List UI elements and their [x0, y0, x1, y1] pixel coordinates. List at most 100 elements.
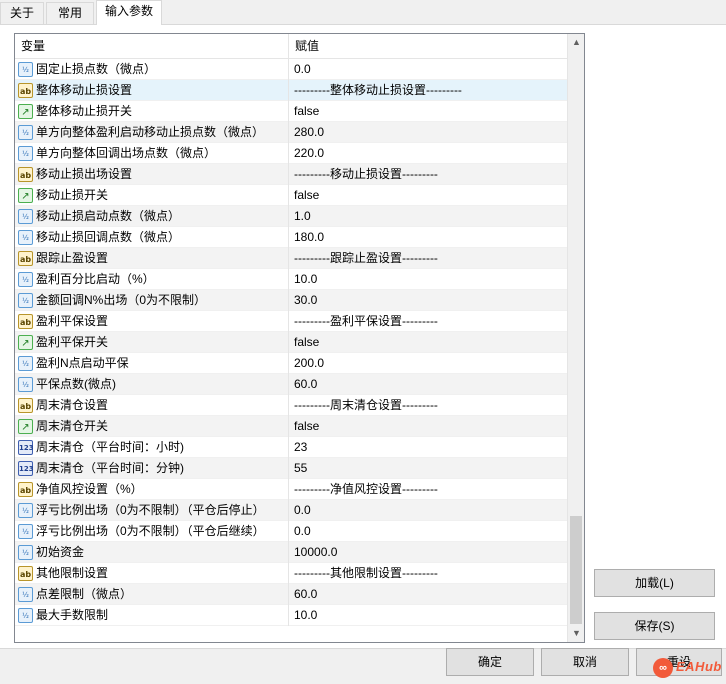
- table-row[interactable]: ↗ 整体移动止损开关 false: [15, 101, 567, 122]
- variable-cell: ab 移动止损出场设置: [15, 164, 289, 185]
- scroll-up-icon[interactable]: ▲: [568, 34, 584, 51]
- table-row[interactable]: ½ 单方向整体回调出场点数（微点） 220.0: [15, 143, 567, 164]
- variable-cell: ab 盈利平保设置: [15, 311, 289, 332]
- value-cell[interactable]: 10.0: [290, 269, 567, 290]
- table-row[interactable]: ↗ 移动止损开关 false: [15, 185, 567, 206]
- double-type-icon: ½: [18, 377, 33, 392]
- string-type-icon: ab: [18, 167, 33, 182]
- variable-name: 跟踪止盈设置: [36, 251, 109, 265]
- scrollbar-thumb[interactable]: [570, 516, 582, 624]
- value-cell[interactable]: ---------净值风控设置---------: [290, 479, 567, 500]
- table-row[interactable]: ½ 最大手数限制 10.0: [15, 605, 567, 626]
- table-row[interactable]: ab 跟踪止盈设置 ---------跟踪止盈设置---------: [15, 248, 567, 269]
- variable-cell: 123 周末清仓（平台时间：分钟): [15, 458, 289, 479]
- table-row[interactable]: ½ 浮亏比例出场（0为不限制）（平仓后停止） 0.0: [15, 500, 567, 521]
- double-type-icon: ½: [18, 356, 33, 371]
- table-row[interactable]: ab 周末清仓设置 ---------周末清仓设置---------: [15, 395, 567, 416]
- table-row[interactable]: ½ 移动止损回调点数（微点） 180.0: [15, 227, 567, 248]
- table-row[interactable]: ½ 平保点数(微点) 60.0: [15, 374, 567, 395]
- eahub-logo-icon: ∞: [653, 658, 673, 678]
- table-row[interactable]: ½ 盈利百分比启动（%） 10.0: [15, 269, 567, 290]
- table-row[interactable]: 123 周末清仓（平台时间：小时) 23: [15, 437, 567, 458]
- value-cell[interactable]: 10.0: [290, 605, 567, 626]
- table-row[interactable]: ab 盈利平保设置 ---------盈利平保设置---------: [15, 311, 567, 332]
- double-type-icon: ½: [18, 272, 33, 287]
- variable-name: 最大手数限制: [36, 608, 109, 622]
- table-row[interactable]: ½ 初始资金 10000.0: [15, 542, 567, 563]
- tab-common[interactable]: 常用: [46, 2, 94, 24]
- double-type-icon: ½: [18, 209, 33, 224]
- vertical-scrollbar[interactable]: ▲ ▼: [567, 34, 584, 642]
- value-cell[interactable]: 0.0: [290, 500, 567, 521]
- value-cell[interactable]: 200.0: [290, 353, 567, 374]
- grid-header: 变量 赋值: [15, 34, 567, 59]
- value-cell[interactable]: 55: [290, 458, 567, 479]
- double-type-icon: ½: [18, 608, 33, 623]
- value-cell[interactable]: ---------跟踪止盈设置---------: [290, 248, 567, 269]
- value-cell[interactable]: ---------移动止损设置---------: [290, 164, 567, 185]
- value-cell[interactable]: 0.0: [290, 521, 567, 542]
- value-cell[interactable]: ---------盈利平保设置---------: [290, 311, 567, 332]
- cancel-button[interactable]: 取消: [541, 648, 629, 676]
- double-type-icon: ½: [18, 503, 33, 518]
- scroll-down-icon[interactable]: ▼: [568, 625, 584, 642]
- variable-name: 浮亏比例出场（0为不限制）（平仓后停止）: [36, 503, 265, 517]
- value-cell[interactable]: ---------整体移动止损设置---------: [290, 80, 567, 101]
- table-row[interactable]: ab 整体移动止损设置 ---------整体移动止损设置---------: [15, 80, 567, 101]
- value-cell[interactable]: 1.0: [290, 206, 567, 227]
- value-cell[interactable]: ---------其他限制设置---------: [290, 563, 567, 584]
- value-cell[interactable]: false: [290, 332, 567, 353]
- variable-name: 周末清仓（平台时间：分钟): [36, 461, 184, 475]
- value-cell[interactable]: false: [290, 416, 567, 437]
- integer-type-icon: 123: [18, 461, 34, 476]
- variable-cell: ½ 盈利百分比启动（%）: [15, 269, 289, 290]
- table-row[interactable]: 123 周末清仓（平台时间：分钟) 55: [15, 458, 567, 479]
- variable-name: 移动止损回调点数（微点）: [36, 230, 181, 244]
- table-row[interactable]: ½ 盈利N点启动平保 200.0: [15, 353, 567, 374]
- variable-cell: ½ 初始资金: [15, 542, 289, 563]
- value-cell[interactable]: 60.0: [290, 374, 567, 395]
- value-cell[interactable]: 30.0: [290, 290, 567, 311]
- string-type-icon: ab: [18, 398, 33, 413]
- save-button[interactable]: 保存(S): [594, 612, 715, 640]
- string-type-icon: ab: [18, 251, 33, 266]
- variable-cell: ½ 移动止损回调点数（微点）: [15, 227, 289, 248]
- tab-inputs[interactable]: 输入参数: [96, 0, 162, 25]
- value-cell[interactable]: false: [290, 185, 567, 206]
- variable-name: 平保点数(微点): [36, 377, 116, 391]
- ok-button[interactable]: 确定: [446, 648, 534, 676]
- table-row[interactable]: ab 净值风控设置（%） ---------净值风控设置---------: [15, 479, 567, 500]
- value-cell[interactable]: 280.0: [290, 122, 567, 143]
- table-row[interactable]: ↗ 周末清仓开关 false: [15, 416, 567, 437]
- table-row[interactable]: ½ 单方向整体盈利启动移动止损点数（微点） 280.0: [15, 122, 567, 143]
- value-cell[interactable]: 220.0: [290, 143, 567, 164]
- value-cell[interactable]: 0.0: [290, 59, 567, 80]
- value-cell[interactable]: 60.0: [290, 584, 567, 605]
- table-row[interactable]: ½ 金额回调N%出场（0为不限制） 30.0: [15, 290, 567, 311]
- tab-about[interactable]: 关于: [0, 2, 44, 24]
- column-header-value[interactable]: 赋值: [289, 34, 567, 59]
- variable-cell: ½ 金额回调N%出场（0为不限制）: [15, 290, 289, 311]
- bool-type-icon: ↗: [18, 419, 33, 434]
- variable-cell: ½ 单方向整体回调出场点数（微点）: [15, 143, 289, 164]
- value-cell[interactable]: 180.0: [290, 227, 567, 248]
- value-cell[interactable]: 10000.0: [290, 542, 567, 563]
- value-cell[interactable]: false: [290, 101, 567, 122]
- load-button[interactable]: 加载(L): [594, 569, 715, 597]
- table-row[interactable]: ↗ 盈利平保开关 false: [15, 332, 567, 353]
- value-cell[interactable]: 23: [290, 437, 567, 458]
- table-row[interactable]: ½ 点差限制（微点） 60.0: [15, 584, 567, 605]
- table-row[interactable]: ab 其他限制设置 ---------其他限制设置---------: [15, 563, 567, 584]
- double-type-icon: ½: [18, 146, 33, 161]
- variable-name: 周末清仓设置: [36, 398, 109, 412]
- table-row[interactable]: ½ 固定止损点数（微点） 0.0: [15, 59, 567, 80]
- double-type-icon: ½: [18, 293, 33, 308]
- column-header-variable[interactable]: 变量: [15, 34, 288, 59]
- table-row[interactable]: ½ 浮亏比例出场（0为不限制）（平仓后继续） 0.0: [15, 521, 567, 542]
- table-row[interactable]: ab 移动止损出场设置 ---------移动止损设置---------: [15, 164, 567, 185]
- grid-rows: ½ 固定止损点数（微点） 0.0 ab 整体移动止损设置 ---------整体移动止损设…: [15, 59, 567, 626]
- integer-type-icon: 123: [18, 440, 34, 455]
- table-row[interactable]: ½ 移动止损启动点数（微点） 1.0: [15, 206, 567, 227]
- variable-cell: ↗ 周末清仓开关: [15, 416, 289, 437]
- value-cell[interactable]: ---------周末清仓设置---------: [290, 395, 567, 416]
